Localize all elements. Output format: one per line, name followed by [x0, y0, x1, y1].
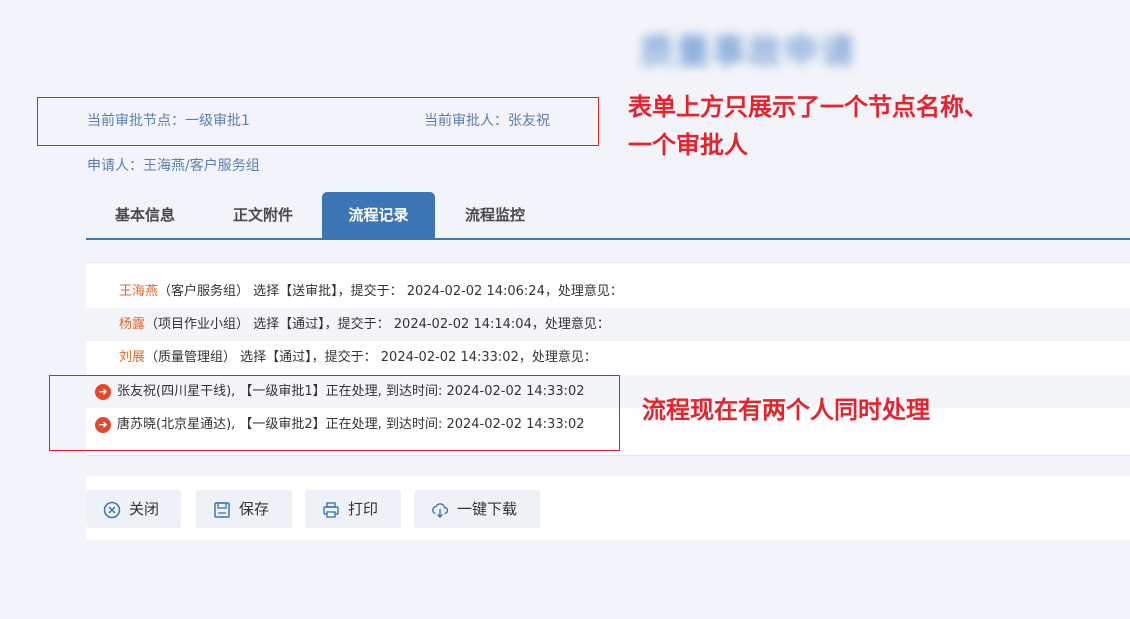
highlight-box-processing: [49, 375, 620, 451]
applicant-label: 申请人：王海燕/客户服务组: [87, 158, 260, 174]
tab-basic-info[interactable]: 基本信息: [86, 192, 204, 238]
save-button-label: 保存: [239, 500, 270, 518]
close-button[interactable]: 关闭: [86, 490, 181, 528]
highlight-box-node: [37, 97, 599, 146]
page-title: 质量事故申请: [640, 32, 856, 72]
annotation-top-line2: 一个审批人: [628, 131, 748, 159]
log-detail: （项目作业小组） 选择【通过】，提交于： 2024-02-02 14:14:04…: [145, 317, 610, 332]
cloud-download-icon: [431, 501, 449, 519]
save-button[interactable]: 保存: [196, 490, 292, 528]
log-row: 杨露（项目作业小组） 选择【通过】，提交于： 2024-02-02 14:14:…: [86, 308, 1130, 341]
action-bar: 关闭 保存 打印 一键下载: [86, 476, 1130, 540]
tab-process-record[interactable]: 流程记录: [322, 192, 435, 238]
log-name: 王海燕: [119, 284, 159, 299]
print-button-label: 打印: [348, 500, 379, 518]
annotation-processing: 流程现在有两个人同时处理: [642, 396, 930, 424]
save-icon: [213, 501, 231, 519]
download-all-button[interactable]: 一键下载: [414, 490, 540, 528]
annotation-top: 表单上方只展示了一个节点名称、 一个审批人: [628, 88, 988, 164]
download-all-button-label: 一键下载: [457, 500, 518, 518]
log-name: 杨露: [119, 317, 146, 332]
print-button[interactable]: 打印: [305, 490, 401, 528]
log-row: 刘展（质量管理组） 选择【通过】，提交于： 2024-02-02 14:33:0…: [86, 341, 1130, 374]
close-button-label: 关闭: [129, 500, 160, 518]
log-detail: （质量管理组） 选择【通过】，提交于： 2024-02-02 14:33:02，…: [145, 350, 597, 365]
tab-bar: 基本信息 正文附件 流程记录 流程监控: [86, 192, 1130, 240]
log-name: 刘展: [119, 350, 146, 365]
log-row: 王海燕（客户服务组） 选择【送审批】，提交于： 2024-02-02 14:06…: [86, 275, 1130, 308]
close-circle-icon: [103, 501, 121, 519]
tab-process-monitor[interactable]: 流程监控: [435, 192, 555, 238]
printer-icon: [322, 501, 340, 519]
annotation-top-line1: 表单上方只展示了一个节点名称、: [628, 93, 988, 121]
log-detail: （客户服务组） 选择【送审批】，提交于： 2024-02-02 14:06:24…: [158, 284, 623, 299]
tab-attachments[interactable]: 正文附件: [204, 192, 322, 238]
